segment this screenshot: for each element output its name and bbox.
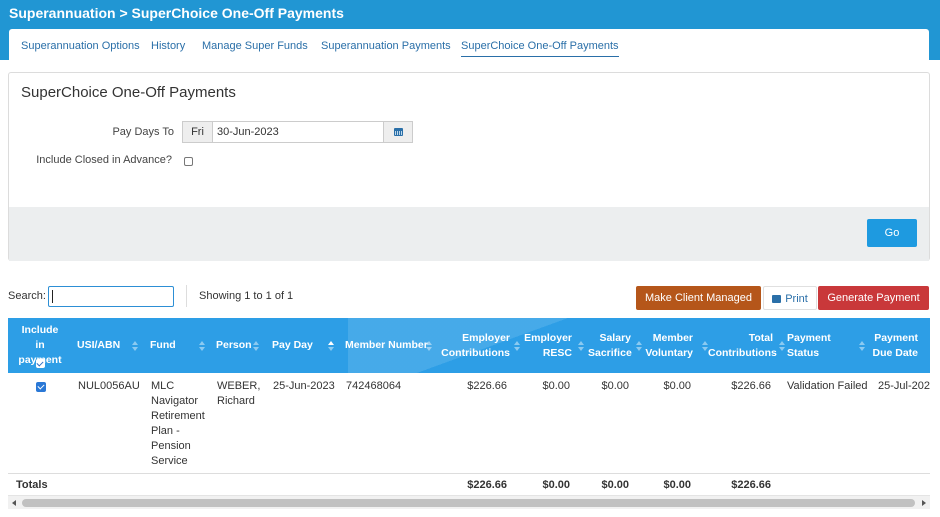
- cell-pay-day: 25-Jun-2023: [273, 380, 335, 392]
- sort-icon[interactable]: [636, 341, 642, 351]
- total-employer-resc: $0.00: [542, 479, 570, 491]
- print-button[interactable]: Print: [763, 286, 817, 310]
- sort-icon[interactable]: [514, 341, 520, 351]
- col-salary-sacrifice[interactable]: Salary Sacrifice: [588, 331, 632, 361]
- top-bar: Superannuation > SuperChoice One-Off Pay…: [0, 0, 940, 61]
- cell-member-voluntary: $0.00: [663, 380, 691, 392]
- sort-icon[interactable]: [132, 341, 138, 351]
- col-payment-status[interactable]: Payment Status: [787, 331, 847, 361]
- pay-day-weekday: Fri: [182, 121, 212, 143]
- panel-footer: Go: [9, 207, 929, 261]
- col-employer-resc[interactable]: Employer RESC: [524, 331, 572, 361]
- col-person[interactable]: Person: [216, 338, 252, 353]
- total-salary-sacrifice: $0.00: [601, 479, 629, 491]
- col-fund[interactable]: Fund: [150, 338, 176, 353]
- table-header: Include in payment USI/ABN Fund Person P…: [8, 318, 930, 373]
- sort-icon[interactable]: [578, 341, 584, 351]
- search-label: Search:: [8, 290, 46, 302]
- sort-icon[interactable]: [253, 341, 259, 351]
- cell-usi: NUL0056AU: [78, 380, 140, 392]
- total-total-contributions: $226.66: [731, 479, 771, 491]
- toolbar-divider: [186, 285, 187, 307]
- col-employer-contributions[interactable]: Employer Contributions: [440, 331, 510, 361]
- include-closed-label: Include Closed in Advance?: [36, 154, 172, 166]
- tab-superannuation-payments[interactable]: Superannuation Payments: [321, 40, 451, 52]
- cell-salary-sacrifice: $0.00: [601, 380, 629, 392]
- col-usi-abn[interactable]: USI/ABN: [77, 338, 120, 353]
- include-row-checkbox[interactable]: [36, 382, 46, 392]
- total-employer-contributions: $226.66: [467, 479, 507, 491]
- col-total-contributions[interactable]: Total Contributions: [708, 331, 777, 361]
- sort-icon[interactable]: [859, 341, 865, 351]
- total-member-voluntary: $0.00: [663, 479, 691, 491]
- cell-employer-resc: $0.00: [542, 380, 570, 392]
- include-closed-checkbox[interactable]: [184, 157, 193, 166]
- tab-superannuation-options[interactable]: Superannuation Options: [21, 40, 140, 52]
- pay-days-to-label: Pay Days To: [112, 126, 174, 138]
- select-all-checkbox[interactable]: [36, 359, 45, 368]
- pay-day-date-input[interactable]: 30-Jun-2023: [212, 121, 384, 143]
- search-input[interactable]: [48, 286, 174, 307]
- totals-row: Totals $226.66 $0.00 $0.00 $0.00 $226.66: [8, 473, 930, 495]
- cell-person: WEBER, Richard: [217, 380, 261, 407]
- print-icon: [772, 295, 782, 303]
- tab-superchoice-one-off-payments[interactable]: SuperChoice One-Off Payments: [461, 40, 619, 57]
- tab-history[interactable]: History: [151, 40, 185, 52]
- col-member-number[interactable]: Member Number: [345, 338, 428, 353]
- sort-icon[interactable]: [199, 341, 205, 351]
- calendar-icon: [394, 128, 403, 136]
- tab-manage-super-funds[interactable]: Manage Super Funds: [202, 40, 308, 52]
- sort-icon[interactable]: [779, 341, 785, 351]
- col-pay-day[interactable]: Pay Day: [272, 338, 313, 353]
- sort-icon[interactable]: [328, 341, 334, 351]
- showing-count: Showing 1 to 1 of 1: [199, 290, 294, 302]
- cell-payment-status: Validation Failed: [787, 380, 868, 392]
- totals-label: Totals: [16, 479, 48, 491]
- scroll-left-icon[interactable]: [12, 500, 16, 506]
- sort-icon[interactable]: [426, 341, 432, 351]
- filter-panel: SuperChoice One-Off Payments Pay Days To…: [8, 72, 930, 261]
- make-client-managed-button[interactable]: Make Client Managed: [636, 286, 761, 310]
- print-label: Print: [785, 293, 808, 305]
- table-row: NUL0056AU MLC Navigator Retirement Plan …: [8, 373, 930, 473]
- cell-total-contributions: $226.66: [731, 380, 771, 392]
- calendar-button[interactable]: [384, 121, 413, 143]
- page-title: Superannuation > SuperChoice One-Off Pay…: [9, 5, 344, 21]
- cell-employer-contributions: $226.66: [467, 380, 507, 392]
- col-payment-due-date[interactable]: Payment Due Date: [866, 331, 918, 361]
- scroll-right-icon[interactable]: [922, 500, 926, 506]
- cell-fund: MLC Navigator Retirement Plan - Pension …: [151, 380, 205, 467]
- generate-payment-button[interactable]: Generate Payment: [818, 286, 929, 310]
- horizontal-scrollbar[interactable]: [8, 495, 930, 509]
- cell-payment-due-date: 25-Jul-2023: [878, 380, 930, 392]
- panel-title: SuperChoice One-Off Payments: [21, 84, 236, 101]
- scrollbar-thumb[interactable]: [22, 499, 915, 507]
- go-button[interactable]: Go: [867, 219, 917, 247]
- cell-member-number: 742468064: [346, 380, 402, 392]
- tab-bar: Superannuation Options History Manage Su…: [9, 29, 929, 61]
- col-member-voluntary[interactable]: Member Voluntary: [644, 331, 693, 361]
